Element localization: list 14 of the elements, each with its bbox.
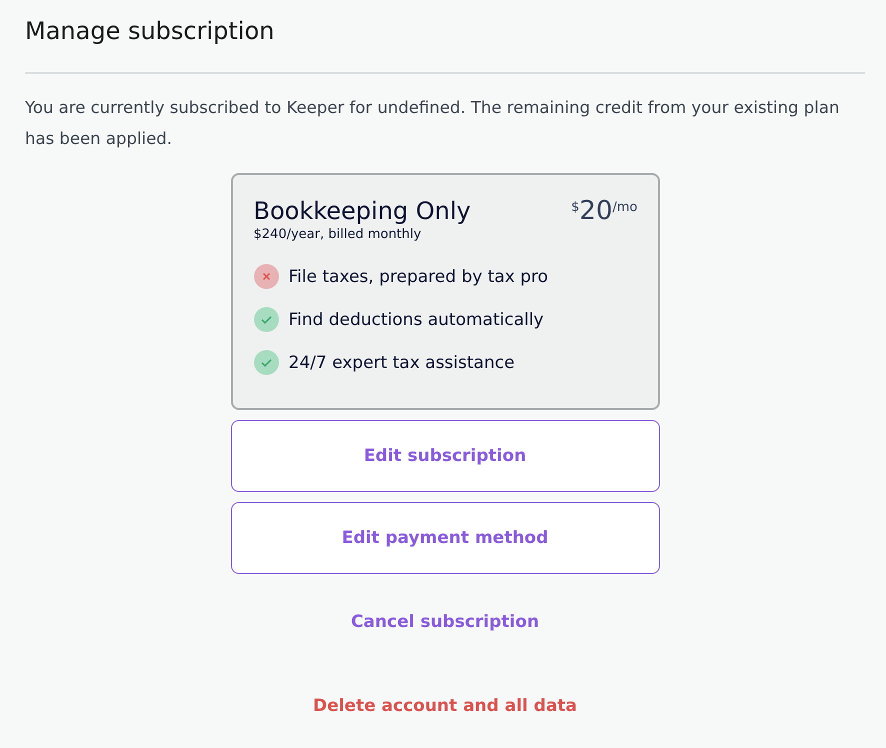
plan-billing: $240/year, billed monthly — [254, 227, 422, 242]
price-currency: $ — [571, 200, 580, 215]
feature-label: 24/7 expert tax assistance — [288, 352, 515, 372]
delete-account-link[interactable]: Delete account and all data — [308, 692, 582, 720]
feature-label: File taxes, prepared by tax pro — [288, 266, 548, 286]
cancel-link[interactable]: Cancel subscription — [346, 608, 544, 636]
action-button[interactable]: Edit subscription — [230, 420, 660, 492]
plan-name: Bookkeeping Only — [254, 197, 471, 225]
price-period: /mo — [612, 200, 638, 215]
page-title: Manage subscription — [25, 12, 865, 74]
action-button[interactable]: Edit payment method — [230, 502, 660, 574]
price-amount: 20 — [579, 197, 612, 225]
feature-label: Find deductions automatically — [288, 310, 544, 330]
subscription-description: You are currently subscribed to Keeper for undefined. The remaining credit from your existing plan has been applied. — [25, 97, 840, 150]
